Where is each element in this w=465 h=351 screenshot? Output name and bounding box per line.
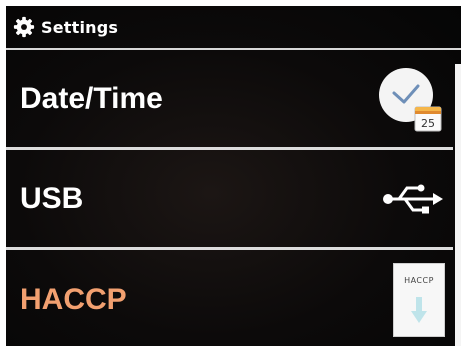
menu-item-date-time[interactable]: Date/Time 25 (6, 50, 453, 150)
settings-menu: Date/Time 25 USB HACCP HACCP (6, 50, 453, 346)
calendar-day: 25 (421, 117, 435, 130)
menu-item-label: USB (20, 181, 84, 215)
device-screen: Settings Date/Time 25 USB HACCP HACCP (6, 6, 461, 346)
usb-icon (383, 184, 443, 213)
haccp-icon-text: HACCP (404, 276, 434, 285)
scrollbar[interactable] (455, 64, 461, 346)
menu-item-usb[interactable]: USB (6, 150, 453, 250)
title-bar: Settings (6, 6, 461, 50)
menu-item-haccp[interactable]: HACCP HACCP (6, 250, 453, 346)
haccp-download-icon: HACCP (393, 263, 445, 337)
menu-item-label: HACCP (20, 283, 127, 316)
page-title: Settings (41, 17, 119, 37)
clock-calendar-icon: 25 (379, 67, 442, 131)
gear-icon (13, 16, 35, 38)
download-arrow-icon (411, 297, 427, 323)
menu-item-label: Date/Time (20, 81, 163, 115)
